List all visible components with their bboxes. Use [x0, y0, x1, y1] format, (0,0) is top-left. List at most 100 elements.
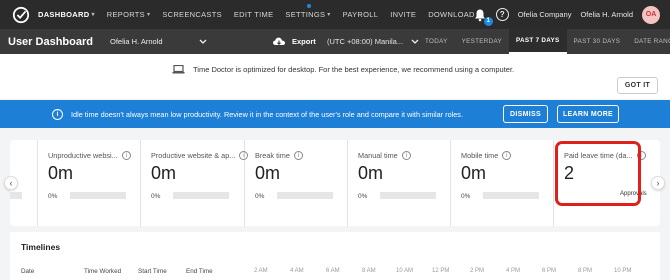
nav-invite-label: INVITE [390, 10, 417, 19]
range-past-7-days[interactable]: PAST 7 DAYS [509, 29, 567, 54]
nav-reports[interactable]: REPORTS ▾ [107, 10, 151, 19]
nav-payroll-label: PAYROLL [342, 10, 379, 19]
paid-leave-highlight-outline [555, 141, 641, 206]
nav-invite[interactable]: INVITE [390, 10, 416, 19]
stat-card-title-text: Unproductive websi... [48, 151, 118, 160]
stat-card-pct: 0% [151, 193, 161, 200]
export-label: Export [292, 37, 316, 46]
stat-card-title-text: Productive website & ap... [151, 151, 236, 160]
nav-payroll[interactable]: PAYROLL [343, 10, 379, 19]
nav-edit-time-label: EDIT TIME [233, 10, 274, 19]
stat-card-value: 0m [48, 163, 74, 183]
settings-indicator-dot [307, 4, 312, 8]
stat-card-title-text: Manual time [358, 151, 398, 160]
page-title: User Dashboard [8, 35, 93, 48]
notifications-button[interactable]: 1 [473, 8, 493, 26]
got-it-button[interactable]: GOT IT [617, 77, 658, 94]
info-icon[interactable]: i [121, 151, 131, 160]
nav-settings[interactable]: SETTINGS ▾ [285, 4, 331, 19]
column-header-date: Date [21, 268, 35, 275]
stat-card-bar [173, 192, 229, 199]
hour-label: 4 PM [506, 268, 521, 274]
stat-card-pct: 0% [461, 193, 471, 200]
nav-edit-time[interactable]: EDIT TIME [234, 10, 274, 19]
stat-card-productive: Productive website & ap... i 0m 0% [141, 140, 249, 226]
stat-card-manual-time: Manual time i 0m 0% [348, 140, 451, 226]
info-icon[interactable]: i [502, 151, 512, 160]
nav-dashboard-label: DASHBOARD [38, 10, 90, 19]
stat-card-value: 0m [255, 163, 281, 183]
banner-message: i Idle time doesn't always mean low prod… [52, 100, 463, 128]
stat-card-title: Break time i [255, 151, 303, 160]
hour-label: 12 PM [432, 268, 450, 274]
hour-label: 2 AM [254, 268, 268, 274]
stat-card-value: 0m [151, 163, 177, 183]
carousel-next-button[interactable]: › [651, 176, 665, 190]
range-today[interactable]: TODAY [418, 29, 455, 54]
timelines-section: Timelines Date Time Worked Start Time En… [10, 232, 660, 280]
learn-more-button[interactable]: LEARN MORE [557, 105, 619, 123]
cloud-download-icon [273, 37, 285, 45]
hour-label: 10 PM [614, 268, 632, 274]
hour-label: 8 PM [578, 268, 593, 274]
desktop-notice-text: Time Doctor is optimized for desktop. Fo… [193, 65, 515, 74]
stat-card-value: 0m [358, 163, 384, 183]
date-range-tabs: TODAY YESTERDAY PAST 7 DAYS PAST 30 DAYS… [418, 29, 670, 54]
carousel-prev-button[interactable]: ‹ [4, 176, 18, 190]
stat-card-pct: 0% [48, 193, 58, 200]
hour-label: 2 PM [470, 268, 485, 274]
chevron-down-icon [199, 39, 206, 44]
timezone-value: (UTC +08:00) Manila... [327, 37, 404, 46]
column-header-start-time: Start Time [138, 268, 167, 275]
chevron-down-icon: ▾ [91, 12, 95, 18]
stat-card-title: Productive website & ap... i [151, 151, 249, 160]
hour-label: 4 AM [290, 268, 304, 274]
user-name[interactable]: Ofelia H. Arnold [580, 10, 633, 19]
stat-card-bar [277, 192, 333, 199]
range-date-range[interactable]: DATE RANGE [627, 29, 670, 54]
chevron-down-icon: ▾ [327, 12, 331, 18]
help-icon[interactable]: ? [495, 8, 509, 21]
nav-right-group: 1 ? Ofelia Company Ofelia H. Arnold OA [473, 0, 660, 29]
stat-card-bar [70, 192, 126, 199]
dashboard-subbar: User Dashboard Ofelia H. Arnold Export (… [0, 29, 670, 54]
stat-card-title: Manual time i [358, 151, 411, 160]
company-name[interactable]: Ofelia Company [518, 10, 572, 19]
stat-card-unproductive: Unproductive websi... i 0m 0% [38, 140, 141, 226]
idle-time-banner: i Idle time doesn't always mean low prod… [0, 100, 670, 128]
nav-screencasts-label: SCREENCASTS [162, 10, 222, 19]
stat-card-bar [380, 192, 436, 199]
selected-user: Ofelia H. Arnold [109, 37, 163, 46]
hour-label: 6 AM [326, 268, 340, 274]
timezone-select[interactable]: (UTC +08:00) Manila... [327, 29, 419, 54]
stat-card-title-text: Break time [255, 151, 290, 160]
hour-label: 10 AM [396, 268, 414, 274]
export-button[interactable]: Export [272, 29, 316, 54]
info-icon[interactable]: i [401, 151, 411, 160]
notification-count-badge: 1 [483, 16, 493, 26]
stat-card-pct: 0% [255, 193, 265, 200]
stat-card-title: Mobile time i [461, 151, 512, 160]
nav-reports-label: REPORTS [106, 10, 145, 19]
user-select-dropdown[interactable]: Ofelia H. Arnold [110, 37, 207, 46]
time-doctor-logo-icon[interactable] [12, 6, 30, 24]
chevron-down-icon: ▾ [147, 12, 151, 18]
range-yesterday[interactable]: YESTERDAY [455, 29, 509, 54]
nav-dashboard[interactable]: DASHBOARD ▾ [38, 10, 95, 19]
info-icon[interactable]: i [293, 151, 303, 160]
nav-settings-label: SETTINGS [285, 10, 326, 19]
laptop-icon [172, 65, 185, 74]
nav-download-label: DOWNLOAD [428, 10, 475, 19]
stat-card-break-time: Break time i 0m 0% [245, 140, 348, 226]
stat-card-title-text: Mobile time [461, 151, 499, 160]
info-icon: i [52, 108, 63, 120]
desktop-notice: Time Doctor is optimized for desktop. Fo… [0, 54, 670, 99]
top-navigation: DASHBOARD ▾ REPORTS ▾ SCREENCASTS EDIT T… [0, 0, 670, 29]
banner-text: Idle time doesn't always mean low produc… [71, 109, 463, 119]
avatar[interactable]: OA [642, 5, 660, 24]
range-past-30-days[interactable]: PAST 30 DAYS [567, 29, 628, 54]
nav-download[interactable]: DOWNLOAD [428, 10, 475, 19]
nav-screencasts[interactable]: SCREENCASTS [162, 10, 222, 19]
column-header-end-time: End Time [186, 268, 213, 275]
dismiss-button[interactable]: DISMISS [503, 105, 548, 123]
